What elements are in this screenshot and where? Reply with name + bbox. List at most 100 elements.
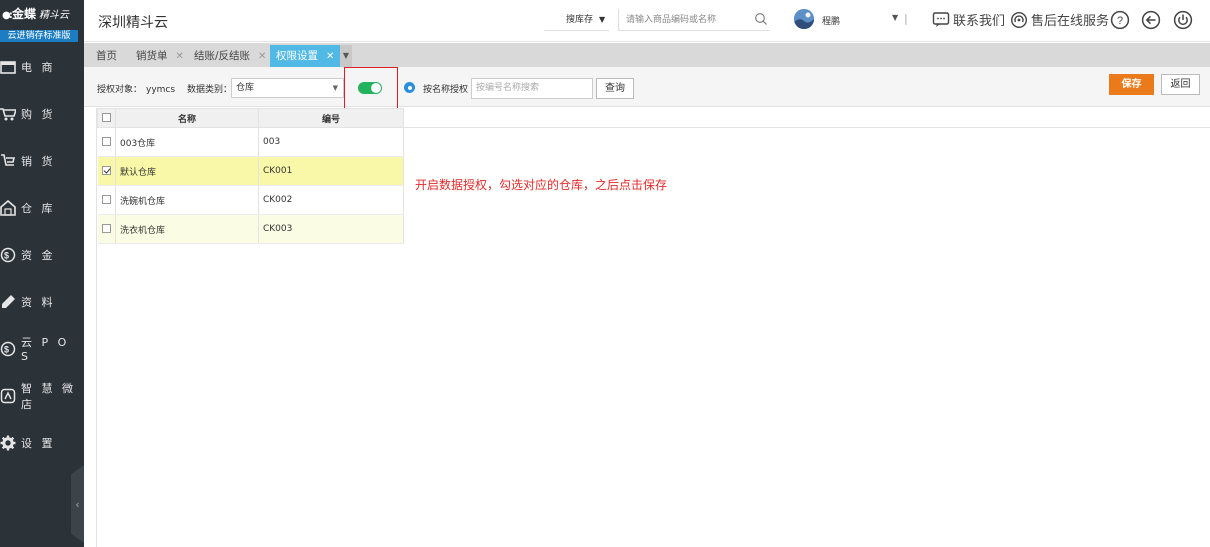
data-type-value: 仓库 [236,83,255,93]
toggle-knob [371,83,381,93]
warehouse-name: 默认仓库 [115,156,259,186]
sidebar-item-label: 电 商 [21,60,56,74]
search-icon[interactable] [754,12,768,26]
sidebar-item-funds[interactable]: $ 资 金 [0,231,84,278]
tab-more-dropdown[interactable]: ▼ [340,45,352,67]
sidebar-item-ecommerce[interactable]: 电 商 [0,43,84,90]
table-row[interactable]: 洗碗机仓库 CK002 [97,185,404,215]
instruction-annotation: 开启数据授权，勾选对应的仓库，之后点击保存 [415,178,668,192]
after-sales-service-label: 售后在线服务 [1031,14,1110,29]
select-all-checkbox[interactable] [102,113,111,122]
warehouse-code: CK002 [258,185,404,215]
microstore-icon [0,388,16,404]
warehouse-grid: 名称 编号 003仓库 003 默认仓库 CK001 洗碗机仓库 CK002 洗… [97,108,404,244]
tab-label: 结账/反结账 [194,50,251,62]
table-row[interactable]: 003仓库 003 [97,127,404,157]
company-name: 深圳精斗云 [98,15,168,31]
code-name-search-input[interactable]: 按编号名称搜索 [471,78,593,99]
row-checkbox-cell [97,185,116,215]
sidebar-item-label: 智 慧 微 店 [21,381,76,411]
grid-header-row: 名称 编号 [97,108,404,128]
search-placeholder: 按编号名称搜索 [476,83,540,93]
brand-mark-icon: ●: [2,10,13,21]
sidebar-item-sales[interactable]: 销 货 [0,137,84,184]
tab-bar: 首页 销货单 ✕ 结账/反结账 ✕ 权限设置 ✕ ▼ [84,43,1210,67]
avatar[interactable] [794,9,814,29]
close-icon[interactable]: ✕ [176,51,184,62]
warehouse-icon [0,199,16,216]
help-icon[interactable]: ? [1110,10,1130,30]
sidebar-item-label: 仓 库 [21,201,56,215]
chevron-left-icon: ‹ [75,497,80,511]
warehouse-name: 洗衣机仓库 [115,214,259,244]
contact-us-link[interactable]: 联系我们 [932,10,1005,29]
data-type-select[interactable]: 仓库 ▼ [231,78,344,98]
svg-text:$: $ [4,344,12,354]
caret-down-icon: ▼ [342,51,350,60]
row-checkbox[interactable] [101,137,111,146]
tab-sales-order[interactable]: 销货单 ✕ [130,45,188,67]
tab-closing[interactable]: 结账/反结账 ✕ [188,45,270,67]
permission-grid-area: 名称 编号 003仓库 003 默认仓库 CK001 洗碗机仓库 CK002 洗… [96,108,1210,547]
search-scope-dropdown[interactable]: 搜库存 ▼ [544,9,610,31]
sidebar-item-purchase[interactable]: 购 货 [0,90,84,137]
caret-down-icon[interactable]: ▼ [892,13,898,22]
sidebar-item-settings[interactable]: 设 置 [0,419,84,466]
query-button[interactable]: 查询 [596,78,634,99]
tab-label: 销货单 [136,50,168,62]
brand-title: 金蝶 [12,7,37,21]
search-scope-label: 搜库存 [566,15,594,25]
sales-icon [0,153,16,169]
data-authorization-toggle[interactable] [358,82,382,94]
table-row[interactable]: 洗衣机仓库 CK003 [97,214,404,244]
row-checkbox[interactable] [101,224,111,233]
dollar-icon: $ [0,247,16,263]
sidebar-item-micro-store[interactable]: 智 慧 微 店 [0,372,84,419]
sidebar-item-label: 购 货 [21,107,56,121]
brand-logo: ●:金蝶 精斗云 云进销存标准版 [0,0,84,42]
target-label: 授权对象： yymcs [97,85,176,95]
contact-us-label: 联系我们 [953,14,1006,29]
sidebar-item-label: 资 金 [21,248,56,262]
sidebar-collapse-toggle[interactable]: ‹ [71,465,84,543]
close-icon[interactable]: ✕ [326,51,334,62]
row-checkbox[interactable] [101,166,111,175]
divider: | [904,12,908,25]
pen-icon [0,294,16,310]
column-header-name: 名称 [115,108,259,128]
permission-toolbar: 授权对象： yymcs 数据类别： 仓库 ▼ 按名称授权 按编号名称搜索 查询 保存… [84,67,1210,114]
back-arrow-icon[interactable] [1141,10,1161,30]
tab-permission-settings[interactable]: 权限设置 ✕ [270,45,340,67]
user-name[interactable]: 程鹏 [822,14,840,27]
target-value: yymcs [146,85,176,95]
product-search-input[interactable]: 请输入商品编码或名称 [618,9,770,31]
warehouse-name: 003仓库 [115,127,259,157]
caret-down-icon: ▼ [599,15,606,24]
top-header: 深圳精斗云 搜库存 ▼ 请输入商品编码或名称 程鹏 ▼ | 联系我们 售后在线服务… [84,0,1210,42]
close-icon[interactable]: ✕ [258,51,266,62]
tab-home[interactable]: 首页 [90,45,130,67]
edition-badge: 云进销存标准版 [0,30,78,42]
authorize-by-name-radio[interactable] [404,82,415,93]
chat-icon [932,11,950,27]
svg-text:?: ? [1117,15,1123,27]
svg-text:$: $ [4,250,12,260]
after-sales-service-link[interactable]: 售后在线服务 [1010,10,1109,29]
row-checkbox[interactable] [101,195,111,204]
caret-down-icon: ▼ [332,84,338,92]
sidebar-item-data[interactable]: 资 料 [0,278,84,325]
tab-label: 权限设置 [276,50,318,62]
sidebar-item-warehouse[interactable]: 仓 库 [0,184,84,231]
shop-icon [0,59,16,75]
sidebar-item-label: 销 货 [21,154,56,168]
back-button[interactable]: 返回 [1161,74,1200,95]
search-placeholder: 请输入商品编码或名称 [626,15,717,25]
sidebar-item-cloud-pos[interactable]: $ 云 P O S [0,325,84,372]
table-row[interactable]: 默认仓库 CK001 [97,156,404,186]
sidebar-item-label: 云 P O S [21,336,70,363]
power-icon[interactable] [1173,10,1193,30]
save-button[interactable]: 保存 [1109,74,1154,95]
brand-name: ●:金蝶 精斗云 [2,5,69,22]
authorize-by-name-label: 按名称授权 [423,85,469,95]
brand-subtitle: 精斗云 [39,10,70,21]
